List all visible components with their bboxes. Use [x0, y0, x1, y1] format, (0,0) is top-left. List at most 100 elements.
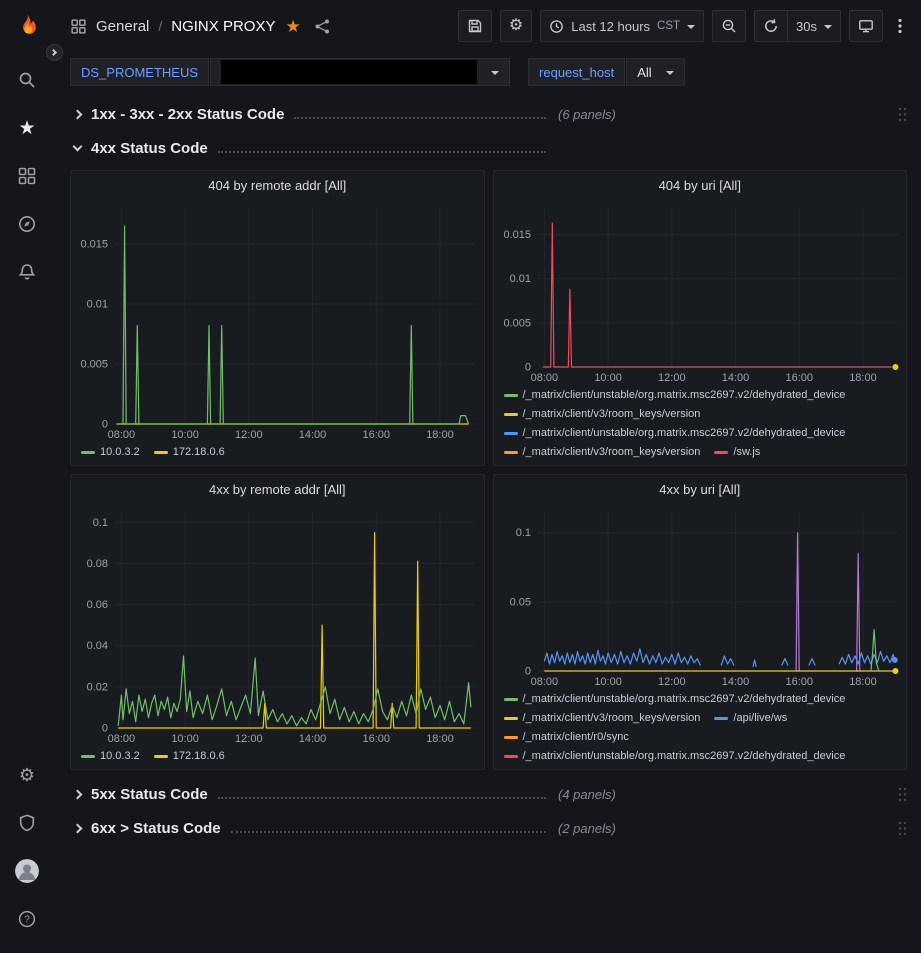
row-toggle[interactable]: 5xx Status Code [70, 786, 548, 803]
save-icon [467, 18, 483, 34]
monitor-icon [858, 18, 874, 34]
zoom-out-button[interactable] [712, 10, 746, 42]
legend-item[interactable]: /_matrix/client/unstable/org.matrix.msc2… [504, 691, 846, 707]
refresh-interval-label: 30s [796, 19, 817, 34]
row-drag-handle[interactable] [898, 821, 907, 836]
chevron-right-icon [73, 823, 83, 833]
starred-dashboards-icon[interactable]: ★ [0, 104, 54, 152]
svg-text:0.08: 0.08 [87, 558, 108, 570]
time-range-label: Last 12 hours [571, 19, 650, 34]
legend-label: /_matrix/client/unstable/org.matrix.msc2… [523, 748, 846, 764]
legend-swatch [714, 717, 728, 720]
chevron-right-icon [50, 49, 57, 56]
refresh-interval-picker[interactable]: 30s [787, 10, 841, 42]
time-series-chart[interactable]: 08:0010:0012:0014:0016:0018:0000.050.1 [494, 504, 907, 689]
time-series-chart[interactable]: 08:0010:0012:0014:0016:0018:0000.0050.01… [494, 200, 907, 385]
legend-item[interactable]: /_matrix/client/v3/room_keys/version [504, 710, 701, 726]
svg-text:0: 0 [102, 723, 108, 735]
grafana-logo[interactable] [9, 10, 45, 46]
svg-text:?: ? [24, 915, 30, 926]
row-title: 4xx Status Code [91, 140, 208, 157]
time-series-chart[interactable]: 08:0010:0012:0014:0016:0018:0000.020.040… [71, 504, 484, 746]
svg-text:14:00: 14:00 [299, 733, 327, 745]
legend-item[interactable]: /_matrix/client/unstable/org.matrix.msc2… [504, 425, 846, 441]
sidebar-expand-button[interactable] [46, 44, 63, 61]
help-icon[interactable]: ? [0, 895, 54, 943]
svg-text:18:00: 18:00 [849, 372, 877, 384]
row-toggle[interactable]: 1xx - 3xx - 2xx Status Code [70, 106, 548, 123]
chevron-down-icon [666, 71, 674, 75]
kebab-icon [898, 18, 902, 34]
legend-label: /_matrix/client/v3/room_keys/version [523, 406, 701, 422]
dashboard-row-5xx: 5xx Status Code (4 panels) [70, 780, 907, 808]
row-toggle[interactable]: 4xx Status Code [70, 140, 548, 157]
search-icon[interactable] [0, 56, 54, 104]
legend-swatch [504, 432, 518, 435]
svg-text:0.015: 0.015 [503, 229, 531, 241]
explore-compass-icon[interactable] [0, 200, 54, 248]
variable-label: DS_PROMETHEUS [70, 58, 209, 86]
panel-title[interactable]: 4xx by uri [All] [494, 475, 907, 504]
svg-text:12:00: 12:00 [235, 429, 263, 441]
svg-text:08:00: 08:00 [530, 372, 558, 384]
dashboards-icon[interactable] [0, 152, 54, 200]
share-icon[interactable] [314, 18, 331, 35]
sidebar: ★ ⚙ ? [0, 0, 54, 953]
panel-title[interactable]: 4xx by remote addr [All] [71, 475, 484, 504]
svg-text:18:00: 18:00 [426, 429, 454, 441]
legend-item[interactable]: /_matrix/client/v3/room_keys/version [504, 444, 701, 460]
legend-swatch [504, 698, 518, 701]
svg-text:08:00: 08:00 [530, 676, 558, 688]
breadcrumb-folder[interactable]: General [96, 18, 149, 35]
server-admin-shield-icon[interactable] [0, 799, 54, 847]
legend-label: 172.18.0.6 [173, 444, 225, 460]
request-host-select[interactable]: All [626, 58, 684, 86]
legend-label: 10.0.3.2 [100, 444, 140, 460]
time-series-chart[interactable]: 08:0010:0012:0014:0016:0018:0000.0050.01… [71, 200, 484, 442]
legend-item[interactable]: /_matrix/client/unstable/org.matrix.msc2… [504, 387, 846, 403]
dashboard-row-1xx-3xx-2xx: 1xx - 3xx - 2xx Status Code (6 panels) [70, 100, 907, 128]
user-avatar[interactable] [0, 847, 54, 895]
datasource-select[interactable] [210, 58, 510, 86]
legend-item[interactable]: 10.0.3.2 [81, 444, 140, 460]
alerting-bell-icon[interactable] [0, 248, 54, 296]
more-options-button[interactable] [891, 10, 909, 42]
row-toggle[interactable]: 6xx > Status Code [70, 820, 548, 837]
tv-mode-button[interactable] [849, 10, 883, 42]
main-area: General / NGINX PROXY ★ ⚙ Last 12 hours … [54, 0, 921, 953]
legend-item[interactable]: /_matrix/client/r0/sync [504, 729, 629, 745]
legend-item[interactable]: /_matrix/client/unstable/org.matrix.msc2… [504, 748, 846, 764]
header-toolbar: ⚙ Last 12 hours CST 30s [458, 10, 909, 42]
refresh-button[interactable] [754, 10, 787, 42]
legend-label: /_matrix/client/r0/sync [523, 729, 629, 745]
legend-item[interactable]: 172.18.0.6 [154, 444, 225, 460]
legend-item[interactable]: /sw.js [714, 444, 760, 460]
save-dashboard-button[interactable] [458, 10, 492, 42]
dashboard-settings-button[interactable]: ⚙ [500, 10, 532, 42]
dotted-leader [231, 831, 546, 833]
legend-label: /sw.js [733, 444, 760, 460]
panel-title[interactable]: 404 by remote addr [All] [71, 171, 484, 200]
legend-item[interactable]: /api/live/ws [714, 710, 787, 726]
panel-title[interactable]: 404 by uri [All] [494, 171, 907, 200]
apps-grid-icon[interactable] [70, 18, 87, 35]
row-drag-handle[interactable] [898, 787, 907, 802]
dashboard-header: General / NGINX PROXY ★ ⚙ Last 12 hours … [54, 0, 921, 52]
legend-item[interactable]: /_matrix/client/v3/room_keys/version [504, 406, 701, 422]
favorite-star-icon[interactable]: ★ [285, 18, 300, 35]
dashboard-title[interactable]: NGINX PROXY [171, 18, 275, 35]
legend-swatch [504, 451, 518, 454]
dashboard-content: 1xx - 3xx - 2xx Status Code (6 panels) 4… [54, 92, 921, 953]
svg-text:14:00: 14:00 [721, 372, 749, 384]
chevron-down-icon [491, 71, 499, 75]
legend-item[interactable]: 172.18.0.6 [154, 748, 225, 764]
svg-text:14:00: 14:00 [299, 429, 327, 441]
time-range-picker[interactable]: Last 12 hours CST [540, 10, 704, 42]
variable-ds-prometheus: DS_PROMETHEUS [70, 58, 510, 86]
settings-gear-icon[interactable]: ⚙ [0, 751, 54, 799]
chevron-down-icon [824, 25, 832, 29]
row-drag-handle[interactable] [898, 107, 907, 122]
legend-item[interactable]: 10.0.3.2 [81, 748, 140, 764]
legend-label: /_matrix/client/unstable/org.matrix.msc2… [523, 387, 846, 403]
row-panel-count: (2 panels) [558, 821, 616, 836]
